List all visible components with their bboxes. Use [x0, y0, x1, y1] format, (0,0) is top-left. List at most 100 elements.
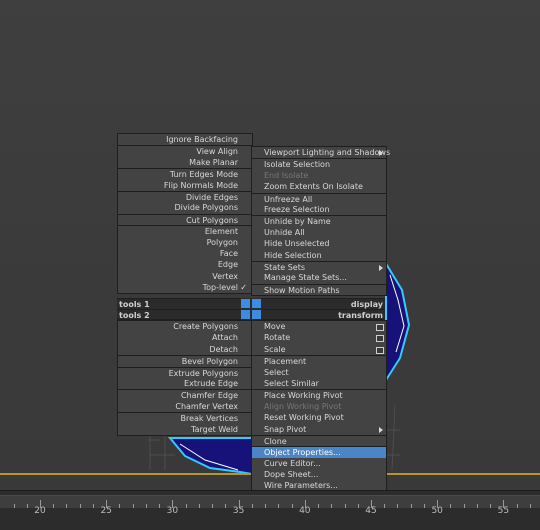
- menu-item-element[interactable]: Element: [118, 225, 252, 236]
- menu-item-turn-edges-mode[interactable]: Turn Edges Mode: [118, 168, 252, 179]
- timeline-tick: [331, 504, 333, 508]
- menu-item-hide-selection[interactable]: Hide Selection: [252, 250, 386, 261]
- timeline-tick: [145, 504, 147, 508]
- timeline-frame-label: 45: [365, 506, 377, 516]
- quad-selector-top-left[interactable]: [241, 299, 250, 308]
- menu-item-label: Clone: [264, 436, 287, 446]
- header-transform-label: transform: [338, 311, 383, 320]
- timeline-tick: [265, 504, 267, 508]
- menu-item-create-polygons[interactable]: Create Polygons: [118, 321, 252, 332]
- menu-item-flip-normals-mode[interactable]: Flip Normals Mode: [118, 180, 252, 191]
- timeline-tick: [410, 504, 412, 508]
- settings-box-icon[interactable]: [376, 335, 384, 343]
- timeline-tick: [198, 504, 200, 508]
- menu-item-place-working-pivot[interactable]: Place Working Pivot: [252, 389, 386, 400]
- menu-item-viewport-lighting-and-shadows[interactable]: Viewport Lighting and Shadows: [252, 147, 390, 158]
- submenu-arrow-icon: [379, 264, 383, 271]
- menu-item-divide-edges[interactable]: Divide Edges: [118, 190, 252, 202]
- menu-item-label: Unhide by Name: [264, 217, 331, 227]
- quad-header-tools2: tools 2: [117, 309, 240, 320]
- menu-item-polygon[interactable]: Polygon: [118, 237, 252, 248]
- menu-item-unhide-by-name[interactable]: Unhide by Name: [252, 215, 386, 226]
- quad-selector[interactable]: [240, 298, 262, 320]
- menu-item-ignore-backfacing[interactable]: Ignore Backfacing: [118, 134, 252, 145]
- settings-box-icon[interactable]: [376, 324, 384, 331]
- menu-item-label: Reset Working Pivot: [264, 413, 344, 423]
- menu-item-show-motion-paths[interactable]: Show Motion Paths: [252, 283, 386, 295]
- menu-item-chamfer-edge[interactable]: Chamfer Edge: [118, 389, 252, 400]
- timeline-frame-label: 20: [34, 506, 46, 516]
- quad-selector-bottom-left[interactable]: [241, 310, 250, 319]
- menu-item-extrude-polygons[interactable]: Extrude Polygons: [118, 366, 252, 378]
- timeline-tick: [66, 504, 68, 508]
- menu-item-label: Select: [264, 367, 289, 377]
- quad-header-display: display: [262, 298, 385, 309]
- menu-item-rotate[interactable]: Rotate: [252, 332, 386, 343]
- menu-item-label: Create Polygons: [173, 322, 238, 331]
- menu-item-move[interactable]: Move: [252, 321, 386, 332]
- submenu-arrow-icon: [379, 426, 383, 433]
- menu-item-select-similar[interactable]: Select Similar: [252, 378, 386, 389]
- menu-item-divide-polygons[interactable]: Divide Polygons: [118, 202, 252, 213]
- menu-item-break-vertices[interactable]: Break Vertices: [118, 412, 252, 423]
- menu-item-label: End Isolate: [264, 170, 309, 180]
- menu-item-top-level[interactable]: Top-level ✓: [118, 282, 252, 293]
- menu-item-align-working-pivot[interactable]: Align Working Pivot: [252, 401, 386, 412]
- menu-item-label: Chamfer Vertex: [175, 401, 238, 411]
- menu-item-label: Object Properties...: [264, 448, 341, 458]
- menu-item-placement[interactable]: Placement: [252, 355, 386, 366]
- menu-item-object-properties[interactable]: Object Properties...: [252, 446, 386, 458]
- menu-item-curve-editor[interactable]: Curve Editor...: [252, 458, 386, 469]
- menu-item-select[interactable]: Select: [252, 367, 386, 378]
- menu-item-label: Break Vertices: [180, 414, 238, 424]
- quad-selector-bottom-right[interactable]: [252, 310, 261, 319]
- menu-item-face[interactable]: Face: [118, 248, 252, 259]
- menu-item-label: Unhide All: [264, 227, 305, 237]
- menu-item-state-sets[interactable]: State Sets: [252, 260, 386, 272]
- menu-item-unfreeze-all[interactable]: Unfreeze All: [252, 192, 386, 204]
- menu-item-vertex[interactable]: Vertex: [118, 271, 252, 282]
- menu-item-manage-state-sets[interactable]: Manage State Sets...: [252, 272, 386, 283]
- menu-item-target-weld[interactable]: Target Weld: [118, 424, 252, 435]
- quad-selector-top-right[interactable]: [252, 299, 261, 308]
- menu-item-label: Polygon: [206, 237, 238, 247]
- menu-item-clone[interactable]: Clone: [252, 434, 386, 446]
- menu-item-make-planar[interactable]: Make Planar: [118, 157, 252, 168]
- quad-header-transform: transform: [262, 309, 385, 320]
- menu-item-label: Bevel Polygon: [181, 357, 238, 367]
- quad-top-right: Viewport Lighting and Shadows Isolate Sel…: [251, 146, 390, 297]
- quad-bottom-left: Create Polygons Attach Detach Bevel Polygon…: [117, 320, 253, 436]
- menu-item-detach[interactable]: Detach: [118, 344, 252, 355]
- menu-item-label: Rotate: [264, 333, 291, 343]
- menu-item-cut-polygons[interactable]: Cut Polygons: [118, 213, 252, 225]
- settings-box-icon[interactable]: [376, 346, 384, 354]
- menu-item-label: Move: [264, 322, 286, 331]
- menu-item-extrude-edge[interactable]: Extrude Edge: [118, 378, 252, 389]
- menu-item-view-align[interactable]: View Align: [118, 145, 252, 156]
- timeline-frame-label: 35: [232, 506, 245, 516]
- menu-item-freeze-selection[interactable]: Freeze Selection: [252, 204, 386, 215]
- menu-item-dope-sheet[interactable]: Dope Sheet...: [252, 469, 386, 480]
- menu-item-snap-pivot[interactable]: Snap Pivot: [252, 424, 386, 435]
- menu-item-attach[interactable]: Attach: [118, 332, 252, 343]
- timeline-tick: [132, 504, 134, 508]
- menu-item-chamfer-vertex[interactable]: Chamfer Vertex: [118, 401, 252, 412]
- timeline-tick: [529, 504, 531, 508]
- menu-item-hide-unselected[interactable]: Hide Unselected: [252, 238, 386, 249]
- menu-item-label: Scale: [264, 344, 286, 354]
- menu-item-isolate-selection[interactable]: Isolate Selection: [252, 158, 386, 169]
- menu-item-end-isolate[interactable]: End Isolate: [252, 170, 386, 181]
- menu-item-reset-working-pivot[interactable]: Reset Working Pivot: [252, 412, 386, 423]
- menu-item-label: Top-level: [202, 283, 238, 293]
- menu-item-edge[interactable]: Edge: [118, 259, 252, 270]
- menu-item-unhide-all[interactable]: Unhide All: [252, 227, 386, 238]
- menu-item-label: Hide Selection: [264, 250, 322, 260]
- timeline-tick: [463, 504, 465, 508]
- quad-header-tools1: tools 1: [117, 298, 240, 309]
- header-tools2-label: tools 2: [119, 311, 150, 320]
- menu-item-label: Viewport Lighting and Shadows: [264, 148, 391, 157]
- timeline-track-bar[interactable]: 20 25 30 35 40 45 50 55: [0, 490, 540, 530]
- menu-item-scale[interactable]: Scale: [252, 344, 386, 355]
- menu-item-zoom-extents-on-isolate[interactable]: Zoom Extents On Isolate: [252, 181, 386, 192]
- menu-item-bevel-polygon[interactable]: Bevel Polygon: [118, 355, 252, 366]
